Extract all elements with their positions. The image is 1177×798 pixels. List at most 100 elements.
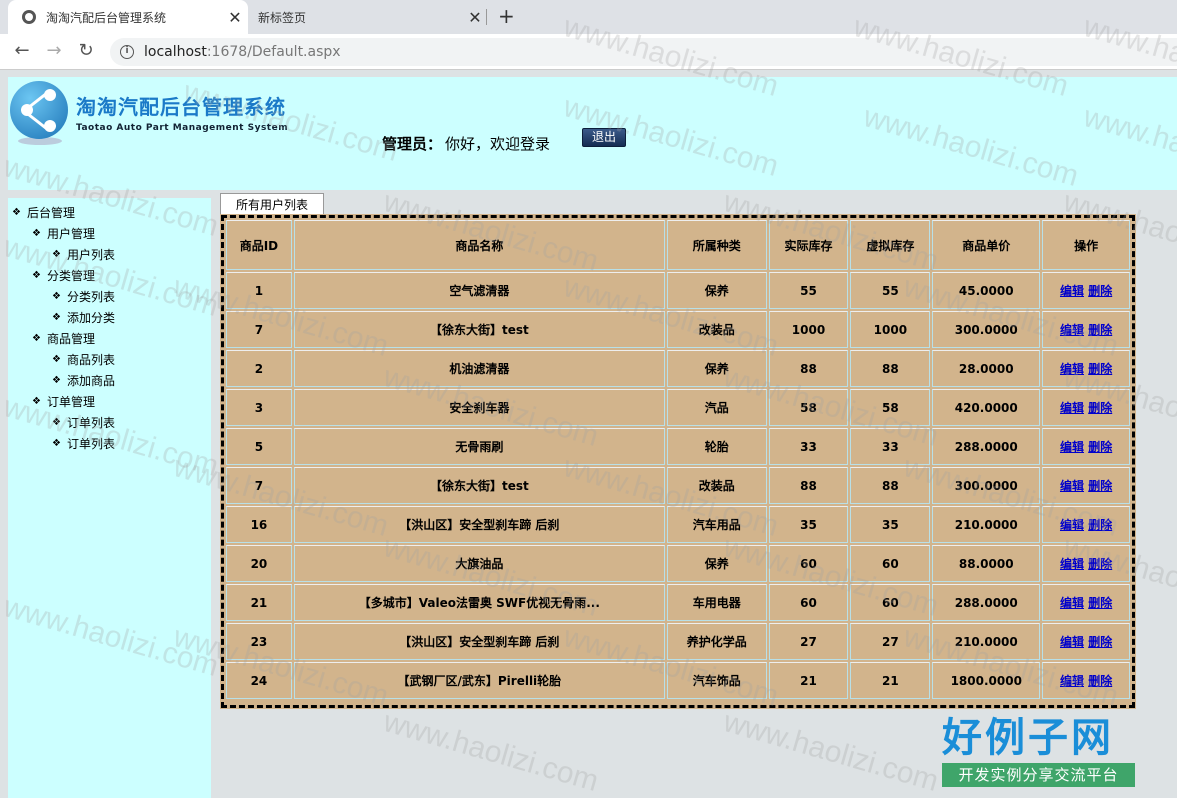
info-icon[interactable]: i	[120, 45, 134, 59]
close-icon[interactable]: ✕	[222, 8, 248, 27]
table-body: 1 空气滤清器 保养 55 55 45.0000 编辑 删除 7 【徐东大街】test 改装品 10…	[226, 272, 1130, 699]
table-cell: 空气滤清器	[293, 272, 665, 309]
tree-group-users[interactable]: ❖ 用户管理	[32, 225, 95, 242]
table-cell: 保养	[666, 545, 767, 582]
product-grid: 商品ID 商品名称 所属种类 实际库存 虚拟库存 商品单价 操作 1 空气滤清器保…	[220, 214, 1136, 709]
edit-link[interactable]: 编辑	[1060, 401, 1084, 415]
table-row: 7 【徐东大街】test 改装品 88 88 300.0000 编辑 删除	[226, 467, 1130, 504]
delete-link[interactable]: 删除	[1088, 479, 1112, 493]
globe-icon	[22, 10, 36, 24]
table-cell: 88	[768, 467, 849, 504]
table-cell: 210.0000	[932, 506, 1041, 543]
table-cell: 288.0000	[932, 584, 1041, 621]
table-cell: 16	[226, 506, 292, 543]
delete-link[interactable]: 删除	[1088, 362, 1112, 376]
actions-cell: 编辑 删除	[1042, 389, 1130, 426]
tab-all-users[interactable]: 所有用户列表	[220, 193, 324, 215]
tab-title: 淘淘汽配后台管理系统	[46, 10, 167, 25]
delete-link[interactable]: 删除	[1088, 440, 1112, 454]
tree-item-add-product[interactable]: ❖ 添加商品	[52, 372, 115, 389]
table-cell: 【徐东大街】test	[293, 311, 665, 348]
edit-link[interactable]: 编辑	[1060, 596, 1084, 610]
browser-toolbar: ← → ↻ i localhost:1678/Default.aspx	[0, 34, 1177, 70]
tree-group-products[interactable]: ❖ 商品管理	[32, 330, 95, 347]
tree-item-order-list-2[interactable]: ❖ 订单列表	[52, 435, 115, 452]
edit-link[interactable]: 编辑	[1060, 479, 1084, 493]
tree-root[interactable]: ❖ 后台管理	[12, 204, 75, 221]
table-cell: 24	[226, 662, 292, 699]
delete-link[interactable]: 删除	[1088, 596, 1112, 610]
table-cell: 2	[226, 350, 292, 387]
table-row: 5 无骨雨刷 轮胎 33 33 288.0000 编辑 删除	[226, 428, 1130, 465]
browser-tab-active[interactable]: 淘淘汽配后台管理系统 ✕	[8, 0, 248, 34]
table-cell: 88	[850, 350, 931, 387]
table-row: 16 【洪山区】安全型刹车蹄 后刹 汽车用品 35 35 210.0000 编辑 删除	[226, 506, 1130, 543]
edit-link[interactable]: 编辑	[1060, 284, 1084, 298]
edit-link[interactable]: 编辑	[1060, 362, 1084, 376]
edit-link[interactable]: 编辑	[1060, 674, 1084, 688]
forward-icon[interactable]: →	[42, 40, 66, 61]
table-cell: 1	[226, 272, 292, 309]
table-cell: 【多城市】Valeo法雷奥 SWF优视无骨雨...	[293, 584, 665, 621]
table-cell: 58	[850, 389, 931, 426]
delete-link[interactable]: 删除	[1088, 674, 1112, 688]
table-cell: 60	[850, 584, 931, 621]
edit-link[interactable]: 编辑	[1060, 557, 1084, 571]
table-cell: 28.0000	[932, 350, 1041, 387]
table-cell: 23	[226, 623, 292, 660]
table-cell: 21	[850, 662, 931, 699]
table-cell: 88	[850, 467, 931, 504]
back-icon[interactable]: ←	[10, 40, 34, 61]
table-cell: 88.0000	[932, 545, 1041, 582]
delete-link[interactable]: 删除	[1088, 323, 1112, 337]
diamond-icon: ❖	[52, 249, 61, 260]
table-cell: 改装品	[666, 311, 767, 348]
table-cell: 35	[768, 506, 849, 543]
delete-link[interactable]: 删除	[1088, 401, 1112, 415]
delete-link[interactable]: 删除	[1088, 284, 1112, 298]
edit-link[interactable]: 编辑	[1060, 635, 1084, 649]
table-cell: 27	[850, 623, 931, 660]
table-cell: 7	[226, 467, 292, 504]
diamond-icon: ❖	[52, 375, 61, 386]
tree-group-orders[interactable]: ❖ 订单管理	[32, 393, 95, 410]
tree-item-product-list[interactable]: ❖ 商品列表	[52, 351, 115, 368]
diamond-icon: ❖	[32, 270, 41, 281]
table-cell: 55	[768, 272, 849, 309]
table-row: 20 大旗油品 保养 60 60 88.0000 编辑 删除	[226, 545, 1130, 582]
table-cell: 288.0000	[932, 428, 1041, 465]
table-cell: 【洪山区】安全型刹车蹄 后刹	[293, 506, 665, 543]
address-bar[interactable]: i localhost:1678/Default.aspx	[110, 38, 1177, 66]
brand-logo: 好例子网 开发实例分享交流平台	[942, 713, 1137, 787]
delete-link[interactable]: 删除	[1088, 635, 1112, 649]
table-cell: 【武钢厂区/武东】Pirelli轮胎	[293, 662, 665, 699]
table-cell: 60	[850, 545, 931, 582]
table-cell: 27	[768, 623, 849, 660]
table-row: 1 空气滤清器 保养 55 55 45.0000 编辑 删除	[226, 272, 1130, 309]
edit-link[interactable]: 编辑	[1060, 518, 1084, 532]
brand-slogan: 开发实例分享交流平台	[942, 763, 1135, 787]
brand-name: 好例子网	[942, 715, 1114, 761]
diamond-icon: ❖	[52, 438, 61, 449]
delete-link[interactable]: 删除	[1088, 557, 1112, 571]
tree-item-category-list[interactable]: ❖ 分类列表	[52, 288, 115, 305]
tree-group-categories[interactable]: ❖ 分类管理	[32, 267, 95, 284]
admin-welcome: 你好，欢迎登录	[445, 135, 551, 153]
tree-item-user-list[interactable]: ❖ 用户列表	[52, 246, 115, 263]
diamond-icon: ❖	[52, 354, 61, 365]
new-tab-icon[interactable]: +	[498, 4, 515, 28]
table-cell: 20	[226, 545, 292, 582]
logout-button[interactable]: 退出	[582, 128, 626, 147]
edit-link[interactable]: 编辑	[1060, 440, 1084, 454]
browser-tab-new[interactable]: 新标签页 ✕	[248, 0, 488, 34]
close-icon[interactable]: ✕	[462, 8, 488, 27]
table-cell: 养护化学品	[666, 623, 767, 660]
delete-link[interactable]: 删除	[1088, 518, 1112, 532]
reload-icon[interactable]: ↻	[74, 40, 98, 61]
table-cell: 210.0000	[932, 623, 1041, 660]
tree-item-order-list[interactable]: ❖ 订单列表	[52, 414, 115, 431]
diamond-icon: ❖	[52, 291, 61, 302]
tree-item-add-category[interactable]: ❖ 添加分类	[52, 309, 115, 326]
edit-link[interactable]: 编辑	[1060, 323, 1084, 337]
table-row: 24 【武钢厂区/武东】Pirelli轮胎 汽车饰品 21 21 1800.0000 编辑 …	[226, 662, 1130, 699]
